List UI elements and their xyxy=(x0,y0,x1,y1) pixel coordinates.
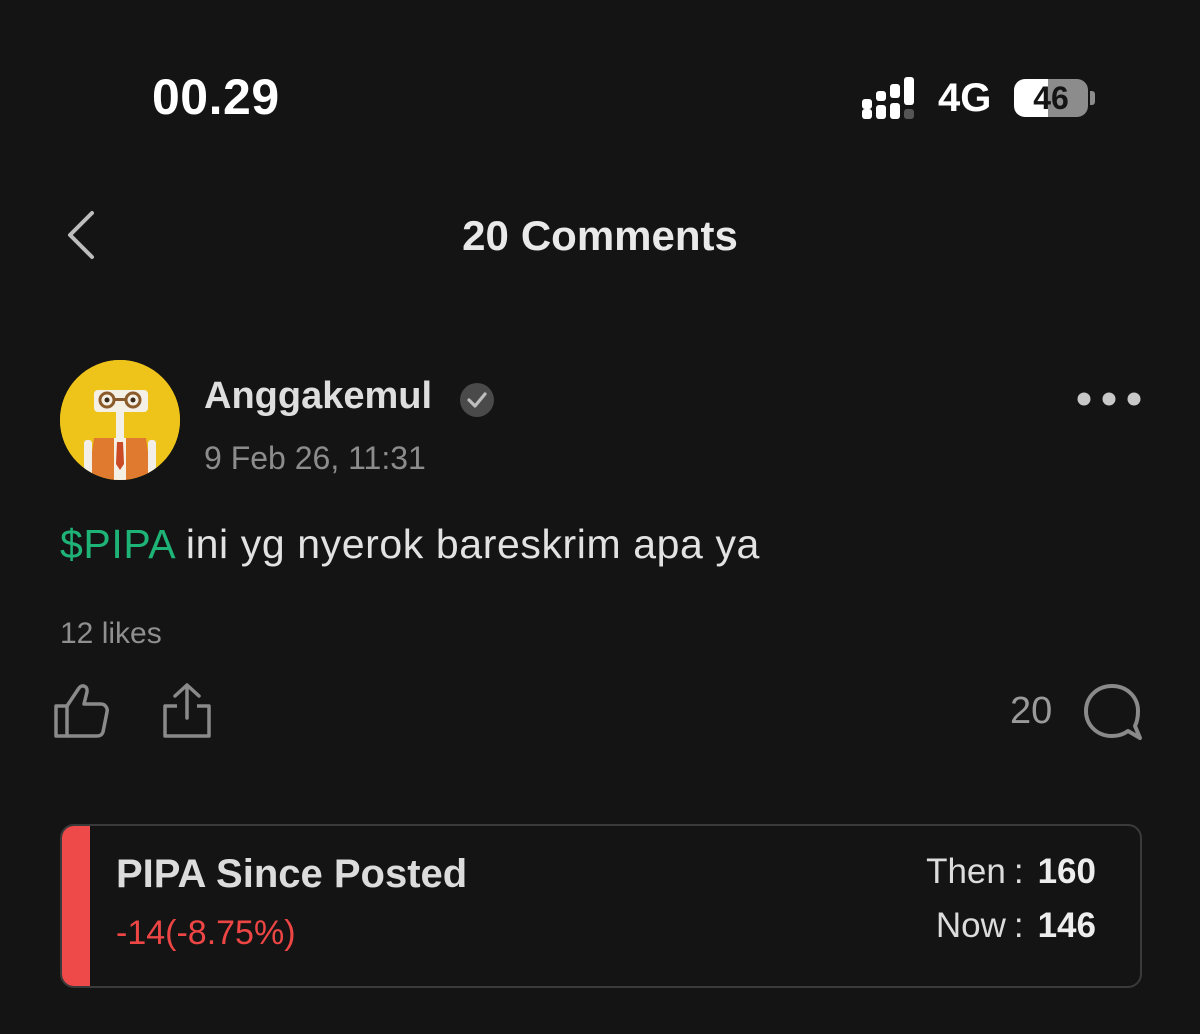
comment-bubble-icon[interactable] xyxy=(1080,680,1144,744)
author-name[interactable]: Anggakemul xyxy=(204,375,432,418)
ticker-link[interactable]: $PIPA xyxy=(60,521,174,567)
likes-count[interactable]: 12 likes xyxy=(60,617,162,651)
then-label: Then xyxy=(926,852,1006,891)
now-value: 146 xyxy=(1037,906,1096,945)
performance-card[interactable]: PIPA Since Posted -14(-8.75%) Then:160 N… xyxy=(60,824,1142,988)
performance-indicator-bar xyxy=(62,826,90,986)
network-type: 4G xyxy=(938,76,992,120)
post-body: $PIPA ini yg nyerok bareskrim apa ya xyxy=(60,521,760,568)
avatar-image xyxy=(60,360,180,480)
then-price-row: Then:160 xyxy=(926,852,1096,892)
page-title-label: Comments xyxy=(520,212,738,259)
signal-bars-icon xyxy=(862,77,914,119)
comment-total: 20 xyxy=(462,212,509,259)
page-title: 20 Comments xyxy=(0,212,1200,260)
verified-check-icon xyxy=(460,383,494,417)
now-price-row: Now:146 xyxy=(936,906,1096,946)
comments-screen: 00.29 4G 46 20 Comments Anggakemul 9 Feb… xyxy=(0,0,1200,1034)
avatar[interactable] xyxy=(60,360,180,480)
post-text: ini yg nyerok bareskrim apa ya xyxy=(173,521,760,567)
more-dots-icon[interactable] xyxy=(1074,386,1144,412)
battery-level: 46 xyxy=(1033,80,1069,116)
post-date: 9 Feb 26, 11:31 xyxy=(204,440,426,476)
now-label: Now xyxy=(935,906,1006,945)
battery-tip xyxy=(1090,91,1095,105)
then-separator: : xyxy=(1013,852,1024,891)
comment-count: 20 xyxy=(1010,690,1053,732)
battery-icon: 46 xyxy=(1014,79,1088,117)
share-icon[interactable] xyxy=(160,682,214,740)
thumbs-up-icon[interactable] xyxy=(52,682,110,740)
then-value: 160 xyxy=(1037,852,1096,891)
now-separator: : xyxy=(1013,906,1024,945)
status-time: 00.29 xyxy=(152,69,280,125)
performance-change: -14(-8.75%) xyxy=(116,914,296,952)
performance-title: PIPA Since Posted xyxy=(116,852,468,896)
